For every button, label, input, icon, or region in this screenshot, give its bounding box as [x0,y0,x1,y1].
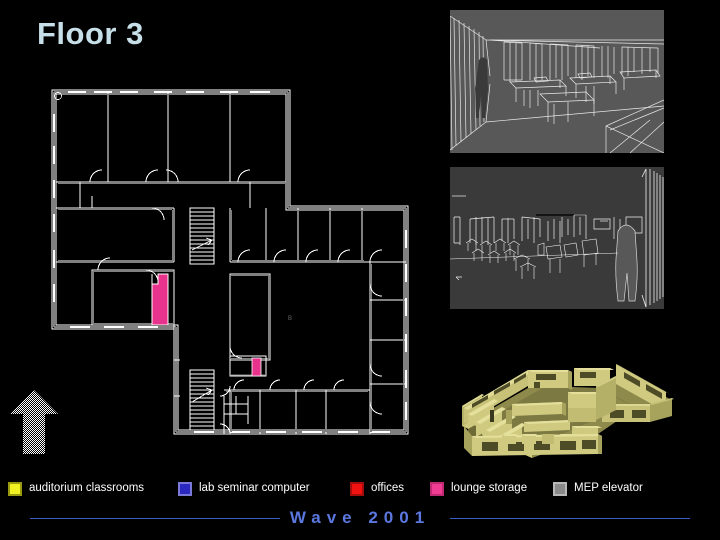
slide-root: Floor 3 B auditorium classrooms lab semi… [0,0,720,540]
legend-label-offices: offices [371,482,405,495]
legend-label-auditorium-classrooms: auditorium classrooms [29,482,145,495]
legend-label-lab-seminar-computer: lab seminar computer [199,482,310,495]
floor-plan-drawing: B [34,84,426,456]
legend-item-lounge-storage[interactable]: lounge storage [430,478,527,500]
legend-item-mep-elevator[interactable]: MEP elevator [553,478,643,500]
perspective-view-1 [450,10,664,153]
north-arrow [6,388,62,456]
legend-swatch-lab-seminar-computer [178,482,192,496]
page-title: Floor 3 [37,16,144,51]
legend-item-lab-seminar-computer[interactable]: lab seminar computer [178,478,310,500]
legend-item-offices[interactable]: offices [350,478,404,500]
legend-swatch-lounge-storage [430,482,444,496]
floor-plan: B [34,84,426,456]
axonometric-model [450,330,680,465]
color-legend: auditorium classrooms lab seminar comput… [0,478,720,500]
legend-swatch-offices [350,482,364,496]
legend-swatch-auditorium-classrooms [8,482,22,496]
legend-item-auditorium-classrooms[interactable]: auditorium classrooms [8,478,144,500]
legend-label-mep-elevator: MEP elevator [574,482,643,495]
perspective-view-2 [450,167,664,309]
footer-brand: Wave 2001 [289,508,431,527]
legend-label-lounge-storage: lounge storage [451,482,528,495]
svg-text:B: B [288,316,292,322]
legend-swatch-mep-elevator [553,482,567,496]
